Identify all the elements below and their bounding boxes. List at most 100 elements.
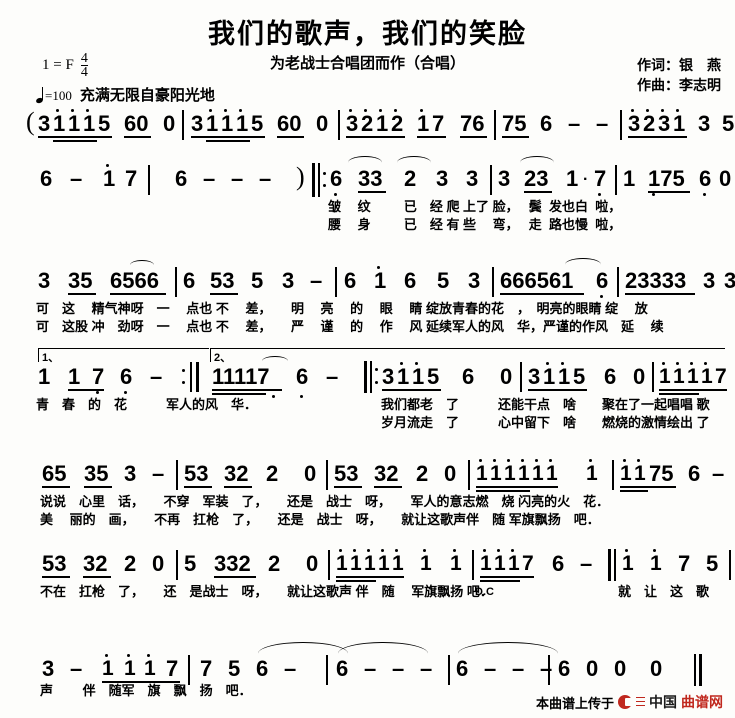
repeat-dot bbox=[182, 369, 186, 373]
note-group: 33 bbox=[358, 166, 383, 191]
lyric-verse-1: 声 伴 随军 旗 飘 扬 吧． bbox=[40, 683, 252, 698]
octave-dot-up bbox=[147, 654, 150, 657]
octave-dot-up bbox=[623, 459, 626, 462]
lyric-verse-2: 腰 身 已 经 有 些 弯， 走 路也慢 啦， bbox=[328, 217, 622, 232]
octave-dot-down bbox=[334, 193, 337, 196]
music-line-6: 53 32 2 0 5 332 2 0 1 1 1 1 1 1 1 1 1 1 bbox=[0, 545, 735, 615]
sustain-dash: – bbox=[259, 166, 272, 191]
open-paren: ( bbox=[26, 107, 35, 136]
octave-dot-down bbox=[652, 193, 655, 196]
note-group: 1 bbox=[417, 111, 430, 136]
note-group: 1 bbox=[376, 111, 389, 136]
octave-dot-up bbox=[676, 109, 679, 112]
beam bbox=[480, 580, 520, 582]
sustain-dash: – bbox=[310, 268, 323, 293]
note-group: 6566 bbox=[110, 268, 159, 293]
note-group: 6 bbox=[296, 364, 309, 389]
note-group: 1 bbox=[476, 462, 488, 485]
note-group: 23333 bbox=[625, 268, 687, 293]
octave-dot-up bbox=[507, 459, 510, 462]
note-group: 5 bbox=[437, 268, 450, 293]
slur bbox=[348, 156, 382, 169]
barline bbox=[335, 267, 337, 297]
beam bbox=[68, 389, 104, 391]
beam bbox=[358, 191, 386, 193]
note-group: 1 bbox=[687, 365, 699, 388]
beam bbox=[460, 136, 487, 138]
lyric-verse-1: 不在 扛枪 了， 还 是战士 呀， 就让这歌声 伴 随 军旗飘扬 吧． bbox=[40, 584, 493, 599]
octave-dot-up bbox=[653, 549, 656, 552]
note-group: 32 bbox=[83, 551, 108, 576]
note-group: 6 bbox=[462, 364, 475, 389]
octave-dot-up bbox=[379, 109, 382, 112]
note-group: 32 bbox=[224, 461, 249, 486]
beam bbox=[191, 136, 265, 138]
note-group: 0 bbox=[719, 166, 732, 191]
octave-dot-up bbox=[690, 362, 693, 365]
beam bbox=[524, 191, 552, 193]
time-signature: 44 bbox=[80, 51, 88, 80]
note-group: 1 bbox=[622, 552, 634, 575]
note-group: 0 bbox=[163, 111, 176, 136]
note-group: 35 bbox=[84, 461, 109, 486]
repeat-start-thin bbox=[370, 361, 372, 393]
beam bbox=[476, 490, 530, 492]
sustain-dash: – bbox=[150, 364, 163, 389]
note-group: 5 bbox=[573, 364, 586, 389]
barline bbox=[468, 460, 470, 490]
beam bbox=[277, 136, 304, 138]
volta-label-1: 1、 bbox=[42, 352, 60, 364]
octave-dot-up bbox=[395, 549, 398, 552]
note-group: 3 bbox=[436, 166, 449, 191]
note-group: 0 bbox=[152, 551, 165, 576]
note-group: 1 bbox=[378, 552, 390, 575]
site-name-secondary: 曲谱网 bbox=[681, 694, 723, 710]
note-group: 175 bbox=[648, 166, 685, 191]
note-group: 5 bbox=[722, 111, 735, 136]
credits-block: 作词：银 燕 作曲：李志明 bbox=[637, 55, 721, 96]
music-line-7: 3 – 1 1 1 7 7 5 6 – 6 – – – 6 – – – 6 0 … bbox=[0, 640, 735, 700]
beam bbox=[110, 293, 166, 295]
barline bbox=[328, 550, 330, 580]
beam bbox=[374, 486, 402, 488]
double-barline-thick bbox=[608, 549, 611, 581]
note-group: 1 bbox=[634, 462, 646, 485]
quarter-note-icon bbox=[36, 87, 45, 103]
note-group: 7 bbox=[432, 111, 445, 136]
note-group: 3 bbox=[346, 111, 359, 136]
octave-dot-up bbox=[86, 109, 89, 112]
lyric-verse-1: 皱 纹 已 经 爬 上了 脸， 鬓 发也白 啦， bbox=[328, 199, 622, 214]
note-group: 1 bbox=[392, 552, 404, 575]
note-group: 1 bbox=[543, 364, 556, 389]
note-group: 332 bbox=[214, 551, 251, 576]
note-group: 1 bbox=[102, 657, 114, 680]
lyric-verse-1: 青 春 的 花 军人的风 华． bbox=[36, 397, 277, 412]
beam bbox=[84, 486, 112, 488]
note-group: 1 bbox=[518, 462, 530, 485]
repeat-end-thin bbox=[190, 362, 192, 392]
note-group: 75 bbox=[502, 111, 527, 136]
barline bbox=[338, 110, 340, 140]
note-group: 60 bbox=[124, 111, 149, 136]
note-group: 1 bbox=[450, 552, 462, 575]
note-group: 0 bbox=[650, 656, 663, 681]
note-group: 7 bbox=[594, 166, 607, 191]
note-group: 6 bbox=[540, 111, 553, 136]
beam bbox=[620, 486, 676, 488]
music-line-2: 6 – 1 7 6 – – – ) 6 33 2 3 3 3 23 1 · 7 bbox=[0, 156, 735, 240]
repeat-dot bbox=[323, 184, 327, 188]
beam bbox=[210, 293, 238, 295]
note-group: 5 bbox=[427, 364, 440, 389]
octave-dot-down bbox=[96, 391, 99, 394]
beam bbox=[659, 389, 727, 391]
slur bbox=[262, 356, 288, 366]
octave-dot-up bbox=[339, 549, 342, 552]
volta-label-2: 2、 bbox=[214, 352, 232, 364]
octave-dot-up bbox=[497, 549, 500, 552]
octave-dot-down bbox=[600, 295, 603, 298]
repeat-start-thin bbox=[318, 163, 320, 197]
beam bbox=[659, 393, 699, 395]
note-group: 5 bbox=[251, 111, 264, 136]
beam bbox=[53, 140, 97, 142]
note-group: 2 bbox=[404, 166, 417, 191]
